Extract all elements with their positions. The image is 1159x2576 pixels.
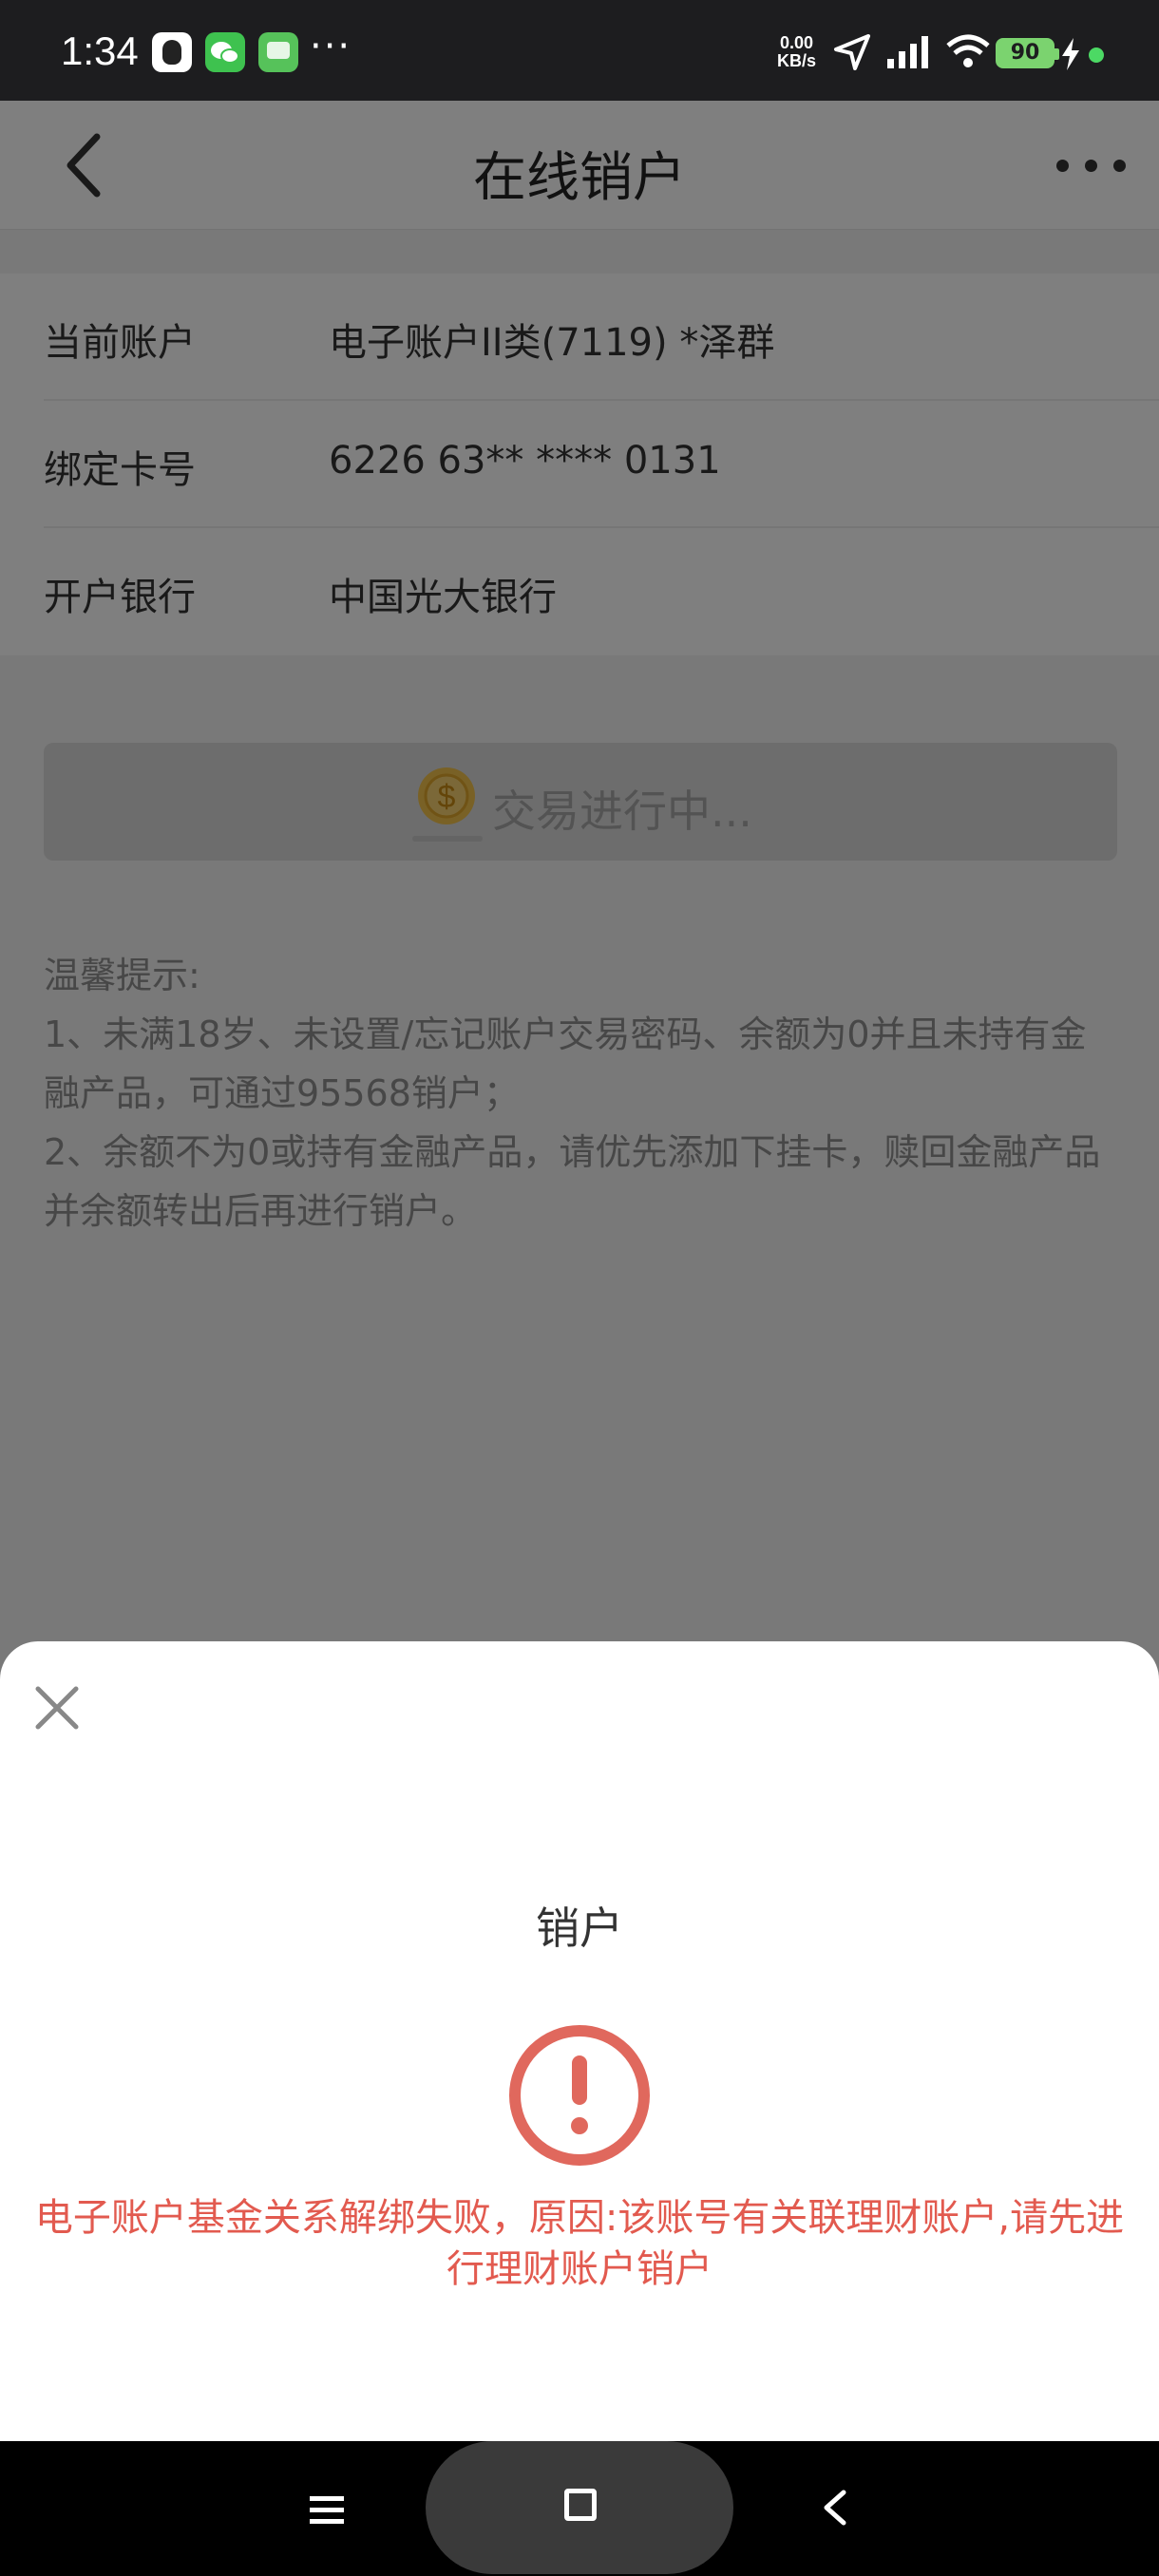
status-dot-icon: [1089, 47, 1104, 63]
net-speed-value: 0.00: [779, 33, 814, 52]
error-message: 电子账户基金关系解绑失败，原因:该账号有关联理财账户,请先进行理财账户销户: [34, 2196, 1125, 2291]
close-icon: [35, 1686, 79, 1730]
status-time: 1:34: [61, 28, 139, 73]
home-square-icon: [564, 2489, 597, 2521]
nav-back-button[interactable]: [817, 2487, 855, 2529]
close-button[interactable]: [32, 1683, 82, 1733]
charging-icon: [1062, 38, 1079, 70]
recent-apps-button[interactable]: [308, 2491, 346, 2529]
location-icon: [834, 34, 870, 70]
qq-icon: [152, 32, 192, 72]
signal-icon: [887, 36, 928, 68]
dialog-title: 销户: [536, 1903, 623, 1954]
status-bar: 1:34 ··· 0.00 KB/s 90: [0, 0, 1159, 101]
system-nav-bar: [0, 2441, 1159, 2576]
menu-icon: [310, 2496, 344, 2524]
close-account-dialog: 销户 电子账户基金关系解绑失败，原因:该账号有关联理财账户,请先进行理财账户销户: [0, 1641, 1159, 2441]
net-speed: 0.00 KB/s: [777, 34, 816, 70]
battery-icon: 90: [996, 38, 1059, 68]
messages-icon: [258, 32, 298, 72]
net-speed-unit: KB/s: [777, 51, 817, 70]
exclamation-circle-icon: [509, 2025, 650, 2166]
wifi-icon: [946, 34, 990, 67]
wechat-icon: [205, 32, 245, 72]
back-icon: [824, 2490, 846, 2526]
more-notifications-icon: ···: [310, 25, 352, 68]
